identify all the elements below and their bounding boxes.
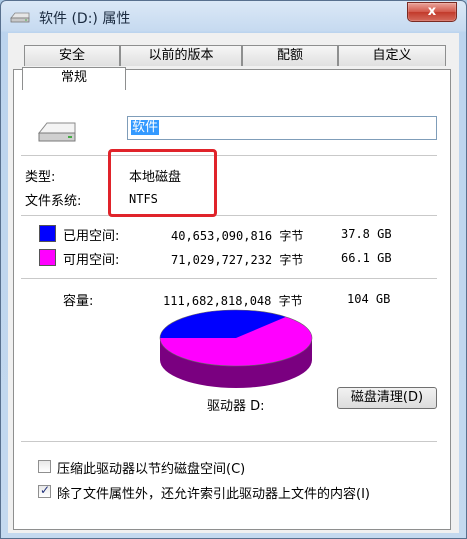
properties-window: 软件 (D:) 属性 x 安全 以前的版本 配额 自定义 常规 工具 硬件 共享… [0,0,467,539]
close-button[interactable]: x [407,2,457,22]
title-bar[interactable]: 软件 (D:) 属性 x [1,1,466,33]
used-space-bytes: 40,653,090,816 字节 [171,229,304,243]
tab-quota[interactable]: 配额 [242,45,338,66]
free-space-swatch [39,249,56,266]
used-space-label: 已用空间: [63,229,120,244]
separator [21,155,437,156]
capacity-size: 104 GB [347,292,391,306]
check-mark-icon: ✓ [40,483,51,497]
type-label: 类型: [25,170,56,185]
drive-letter-label: 驱动器 D: [207,399,265,414]
drive-icon [10,12,30,23]
index-checkbox[interactable]: ✓ [38,483,51,498]
tab-customize[interactable]: 自定义 [338,45,446,66]
free-space-label: 可用空间: [63,253,120,268]
compress-checkbox[interactable] [38,460,51,473]
used-space-size: 37.8 GB [341,227,392,241]
tab-previous-versions[interactable]: 以前的版本 [120,45,242,66]
used-space-swatch [39,225,56,242]
drive-name-selected: 软件 [131,120,160,135]
window-title: 软件 (D:) 属性 [39,11,131,27]
free-space-size: 66.1 GB [341,251,392,265]
capacity-label: 容量: [63,294,94,309]
annotation-box [108,149,217,217]
fs-label: 文件系统: [25,194,82,209]
disk-cleanup-button[interactable]: 磁盘清理(D) [337,387,437,409]
free-space-bytes: 71,029,727,232 字节 [171,253,304,267]
drive-name-input[interactable]: 软件 [127,116,437,140]
tab-general[interactable]: 常规 [22,67,126,90]
tab-security[interactable]: 安全 [24,45,120,66]
disk-usage-pie [159,309,313,388]
separator [21,215,437,216]
index-label[interactable]: 除了文件属性外，还允许索引此驱动器上文件的内容(I) [57,483,370,502]
separator [21,278,437,279]
hard-drive-icon [37,122,76,142]
compress-label[interactable]: 压缩此驱动器以节约磁盘空间(C) [57,458,245,477]
separator [21,441,437,442]
